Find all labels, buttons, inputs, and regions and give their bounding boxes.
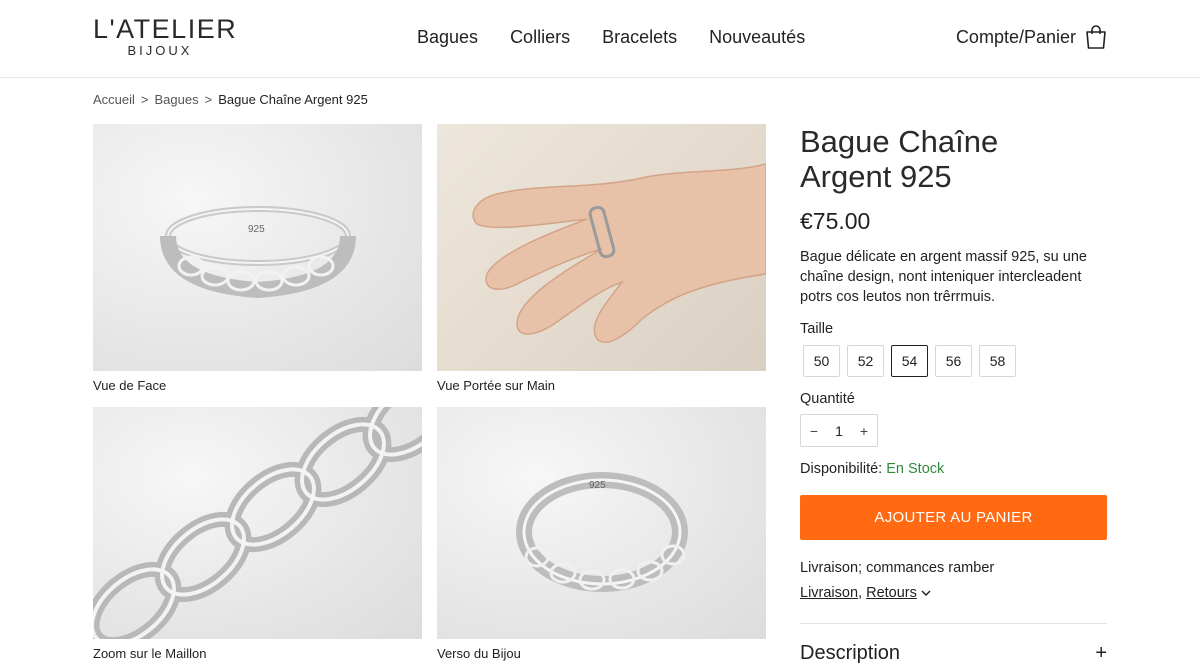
gallery-tile-zoom[interactable]: Zoom sur le Maillon (93, 407, 422, 661)
main-nav: Bagues Colliers Bracelets Nouveautés (417, 27, 805, 48)
gallery-tile-front[interactable]: 925 Vue de Face (93, 124, 422, 393)
engraving-text: 925 (589, 480, 606, 491)
size-option-52[interactable]: 52 (847, 345, 884, 377)
nav-item-bracelets[interactable]: Bracelets (602, 27, 677, 48)
product-price: €75.00 (800, 208, 871, 234)
size-label: Taille (800, 321, 834, 337)
quantity-label: Quantité (800, 391, 855, 407)
description-accordion[interactable]: Description + (800, 642, 1107, 665)
breadcrumb: Accueil > Bagues > Bague Chaîne Argent 9… (93, 92, 368, 107)
nav-item-nouveautes[interactable]: Nouveautés (709, 27, 805, 48)
breadcrumb-accueil[interactable]: Accueil (93, 92, 135, 107)
product-title: Bague Chaîne Argent 925 (800, 124, 1107, 194)
gallery-tile-back[interactable]: 925 Verso du Bijou (437, 407, 766, 661)
size-option-56[interactable]: 56 (935, 345, 972, 377)
breadcrumb-bagues[interactable]: Bagues (155, 92, 199, 107)
gallery-caption: Verso du Bijou (437, 646, 521, 661)
gallery-caption: Vue Portée sur Main (437, 378, 556, 393)
quantity-increase-button[interactable]: + (851, 423, 877, 439)
availability-label: Disponibilité: (800, 461, 883, 477)
breadcrumb-separator: > (204, 92, 213, 107)
site-logo[interactable]: L'ATELIER BIJOUX (93, 14, 238, 58)
delivery-info: Livraison; commances ramber (800, 560, 995, 576)
product-image-zoom[interactable] (93, 407, 422, 639)
gallery-tile-hand[interactable]: Vue Portée sur Main (437, 124, 766, 393)
product-gallery: 925 Vue de Face Vue Portée sur Main Zoom… (93, 124, 766, 669)
availability: Disponibilité: En Stock (800, 461, 1107, 477)
quantity-decrease-button[interactable]: − (801, 423, 827, 439)
description-heading: Description (800, 642, 901, 664)
chain-zoom-illustration (93, 407, 422, 639)
hand-illustration (472, 163, 766, 343)
size-option-54[interactable]: 54 (891, 345, 928, 377)
product-title-line1: Bague Chaîne (800, 124, 999, 159)
site-header: L'ATELIER BIJOUX Bagues Colliers Bracele… (0, 0, 1200, 78)
availability-status: En Stock (886, 461, 945, 477)
engraving-text: 925 (248, 224, 265, 235)
size-option-58[interactable]: 58 (979, 345, 1016, 377)
product-info: Bague Chaîne Argent 925 €75.00 Bague dél… (800, 124, 1107, 665)
account-cart-label: Compte/Panier (955, 26, 1076, 47)
logo-sub-text: BIJOUX (127, 43, 193, 58)
delivery-link[interactable]: Livraison (800, 585, 858, 601)
section-divider (800, 623, 1107, 624)
chevron-down-icon[interactable] (920, 588, 932, 598)
size-selector: 50 52 54 56 58 (803, 345, 1107, 377)
link-separator: , (858, 585, 867, 601)
returns-link[interactable]: Retours (866, 585, 917, 601)
policy-links: Livraison, Retours (800, 585, 1107, 601)
product-description: Bague délicate en argent massif 925, su … (800, 249, 1087, 305)
product-image-back[interactable]: 925 (437, 407, 766, 639)
quantity-value[interactable]: 1 (827, 423, 851, 439)
breadcrumb-separator: > (140, 92, 149, 107)
add-to-cart-button[interactable]: AJOUTER AU PANIER (800, 495, 1107, 540)
expand-icon[interactable]: + (1095, 642, 1107, 665)
breadcrumb-current: Bague Chaîne Argent 925 (218, 92, 368, 107)
gallery-caption: Zoom sur le Maillon (93, 646, 207, 661)
gallery-caption: Vue de Face (93, 378, 167, 393)
product-image-hand[interactable] (437, 124, 766, 371)
account-cart-link[interactable]: Compte/Panier (956, 24, 1108, 50)
product-title-line2: Argent 925 (800, 159, 952, 194)
nav-item-colliers[interactable]: Colliers (510, 27, 570, 48)
nav-item-bagues[interactable]: Bagues (417, 27, 478, 48)
quantity-stepper: − 1 + (800, 414, 878, 447)
product-image-front[interactable]: 925 (93, 124, 422, 371)
logo-main-text: L'ATELIER (93, 14, 238, 44)
ring-back-illustration: 925 (516, 472, 688, 592)
size-option-50[interactable]: 50 (803, 345, 840, 377)
shopping-bag-icon[interactable] (1084, 24, 1108, 50)
ring-front-illustration: 925 (160, 206, 356, 299)
